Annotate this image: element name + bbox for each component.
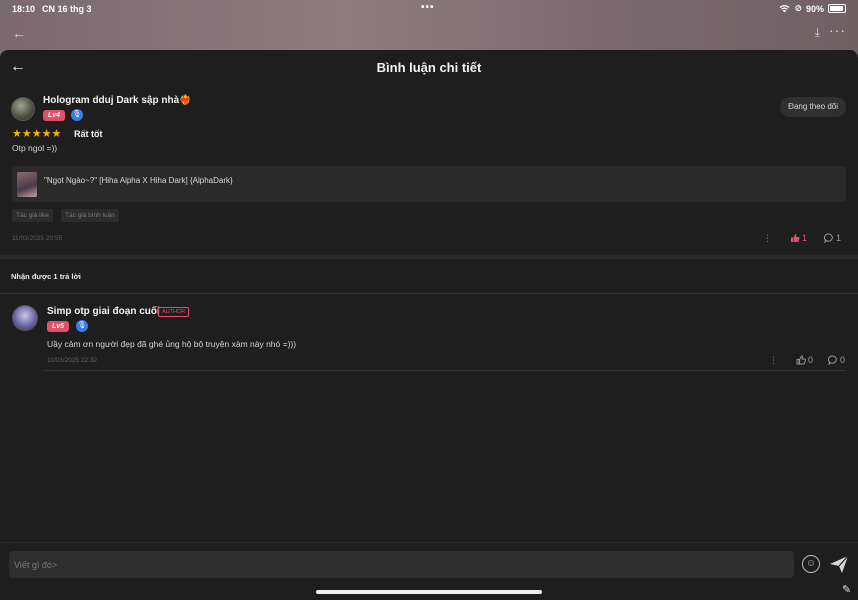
reply-like-button[interactable]: 0 (796, 355, 813, 365)
thumbs-up-outline-icon (796, 355, 806, 365)
orientation-lock-icon: ⊘ (794, 3, 802, 13)
comment-username[interactable]: Hologram dduj Dark sập nhà❤️‍🔥 (43, 95, 192, 106)
emoji-icon[interactable]: ☺ (802, 555, 820, 573)
reply-count: 1 (836, 233, 842, 243)
status-bar: 18:10 CN 16 thg 3 ••• ⊘ 90% (0, 0, 858, 18)
like-count: 1 (802, 233, 808, 243)
comment-input[interactable] (9, 551, 794, 578)
sheet-header: ← Bình luận chi tiết (0, 50, 858, 85)
background-back-icon: ← (12, 25, 26, 41)
reply-username[interactable]: Simp otp giai đoạn cuối (47, 306, 160, 317)
avatar[interactable] (11, 97, 35, 121)
reply-options-icon[interactable]: ⋮ (769, 355, 778, 366)
reply-divider (43, 370, 846, 371)
comment-timestamp: 11/03/2025 20:55 (12, 235, 63, 242)
comment-bubble-icon (828, 355, 837, 365)
wifi-icon (780, 5, 790, 13)
comment-text: Otp ngol =)) (12, 143, 58, 153)
download-icon: ⤓ (814, 25, 820, 39)
mic-badge-icon: 🎙 (71, 109, 83, 121)
replies-count-label: Nhận được 1 trả lời (11, 272, 81, 281)
reply-reply-count: 0 (840, 355, 846, 365)
level-badge: Lv4 (43, 110, 66, 121)
status-right: ⊘ 90% (779, 3, 846, 14)
comment-options-icon[interactable]: ⋮ (763, 233, 772, 244)
divider (0, 293, 858, 294)
rating-stars: ★★★★★ (12, 128, 62, 140)
comment-detail-sheet: ← Bình luận chi tiết Hologram dduj Dark … (0, 50, 858, 600)
reply-text: Uầy cảm ơn người đẹp đã ghé ủng hộ bộ tr… (47, 339, 297, 349)
author-badge: AUTHOR (158, 307, 190, 317)
reply-level-badge: Lv5 (47, 321, 70, 332)
reply-mic-badge-icon: 🎙 (76, 320, 88, 332)
battery-percent: 90% (805, 3, 824, 14)
reply-button[interactable]: 1 (824, 233, 841, 243)
reply-avatar[interactable] (12, 305, 38, 331)
home-indicator (316, 590, 542, 594)
pencil-icon[interactable]: ✎ (842, 583, 851, 596)
status-time: 18:10 (12, 4, 36, 14)
battery-icon (828, 4, 846, 13)
page-title: Bình luận chi tiết (376, 60, 482, 75)
comment-bubble-icon (824, 233, 833, 243)
rating-label: Rất tốt (74, 129, 103, 139)
reply-timestamp: 11/03/2025 22:32 (47, 357, 98, 364)
more-icon: ··· (829, 22, 846, 38)
reply-reply-button[interactable]: 0 (828, 355, 845, 365)
story-title: "Ngọt Ngào~?" [Hiha Alpha X Hiha Dark] {… (44, 176, 233, 185)
thumbs-up-icon (791, 234, 800, 242)
tag-author-like: Tác giả like (12, 209, 53, 222)
multitask-dots[interactable]: ••• (421, 2, 435, 13)
section-divider (0, 255, 858, 259)
reply-like-count: 0 (808, 355, 814, 365)
story-card[interactable]: "Ngọt Ngào~?" [Hiha Alpha X Hiha Dark] {… (12, 166, 846, 202)
tag-author-commented: Tác giả bình luận (61, 209, 119, 222)
background-nav: ← ⤓ ··· (0, 22, 858, 46)
send-icon[interactable] (828, 553, 850, 575)
like-button[interactable]: 1 (790, 233, 807, 243)
status-date: CN 16 thg 3 (42, 4, 92, 14)
story-thumbnail (17, 172, 37, 197)
following-button[interactable]: Đang theo dõi (780, 97, 846, 117)
